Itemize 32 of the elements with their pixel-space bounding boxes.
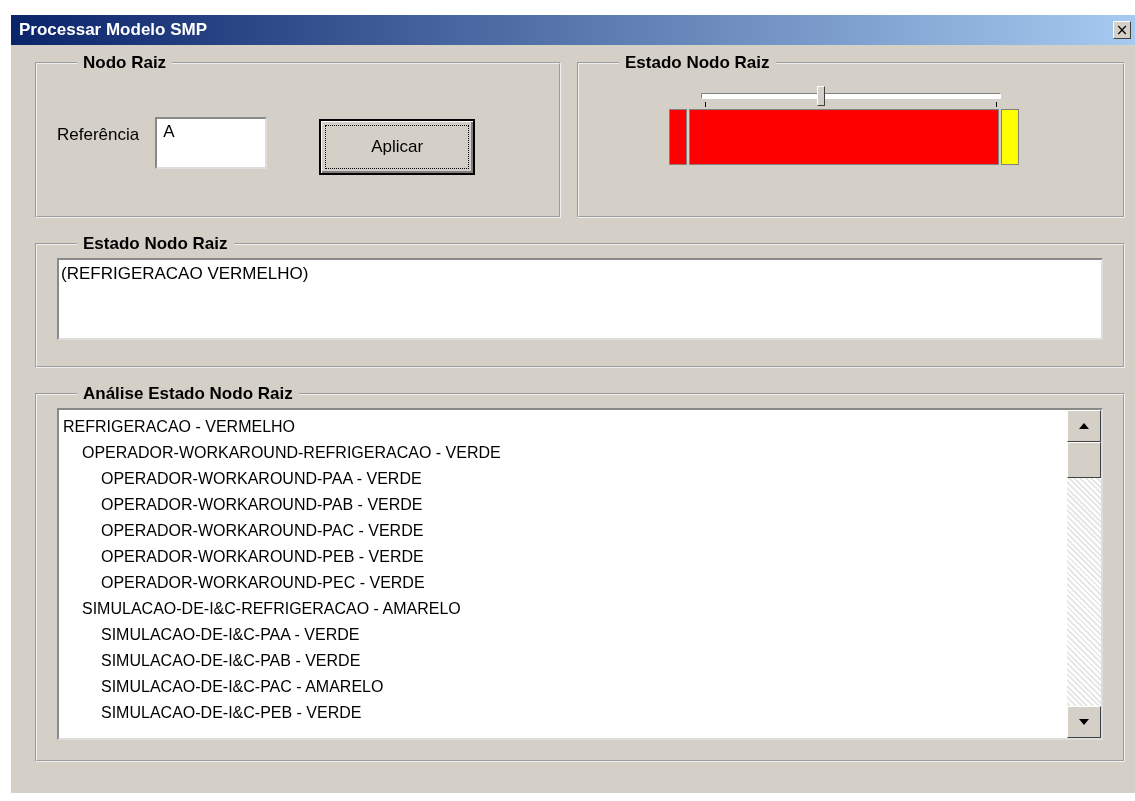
apply-button[interactable]: Aplicar: [319, 119, 476, 175]
tree-item[interactable]: OPERADOR-WORKAROUND-PAA - VERDE: [59, 466, 1067, 492]
scrollbar[interactable]: [1067, 410, 1101, 738]
tree-item[interactable]: REFRIGERACAO - VERMELHO: [59, 414, 1067, 440]
scroll-down-button[interactable]: [1067, 706, 1101, 738]
down-arrow-icon: [1079, 719, 1089, 725]
window-title: Processar Modelo SMP: [19, 20, 207, 40]
tree-item[interactable]: SIMULACAO-DE-I&C-REFRIGERACAO - AMARELO: [59, 596, 1067, 622]
tree-item[interactable]: OPERADOR-WORKAROUND-PEB - VERDE: [59, 544, 1067, 570]
tree-item[interactable]: OPERADOR-WORKAROUND-PAC - VERDE: [59, 518, 1067, 544]
group-title: Nodo Raiz: [82, 53, 168, 73]
tree-item[interactable]: OPERADOR-WORKAROUND-REFRIGERACAO - VERDE: [59, 440, 1067, 466]
tree-item[interactable]: SIMULACAO-DE-I&C-PEB - VERDE: [59, 700, 1067, 726]
up-arrow-icon: [1079, 423, 1089, 429]
tree-item[interactable]: SIMULACAO-DE-I&C-PAB - VERDE: [59, 648, 1067, 674]
group-title: Estado Nodo Raiz: [82, 234, 229, 254]
tree-item[interactable]: SIMULACAO-DE-I&C-PAC - AMARELO: [59, 674, 1067, 700]
tree-item[interactable]: SIMULACAO-DE-I&C-PAA - VERDE: [59, 622, 1067, 648]
tick-mark: [705, 102, 706, 107]
state-text-field[interactable]: (REFRIGERACAO VERMELHO): [57, 258, 1103, 340]
reference-label: Referência: [57, 125, 140, 145]
tree-item[interactable]: OPERADOR-WORKAROUND-PEC - VERDE: [59, 570, 1067, 596]
group-title: Estado Nodo Raiz: [624, 53, 771, 73]
scroll-up-button[interactable]: [1067, 410, 1101, 442]
close-button[interactable]: ×: [1113, 21, 1131, 39]
tree-item[interactable]: OPERADOR-WORKAROUND-PAB - VERDE: [59, 492, 1067, 518]
tick-mark: [996, 102, 997, 107]
slider-thumb[interactable]: [817, 86, 826, 106]
scroll-thumb[interactable]: [1067, 442, 1101, 478]
slider[interactable]: [701, 85, 1001, 106]
group-title: Análise Estado Nodo Raiz: [82, 384, 294, 404]
reference-field[interactable]: A: [155, 117, 268, 169]
